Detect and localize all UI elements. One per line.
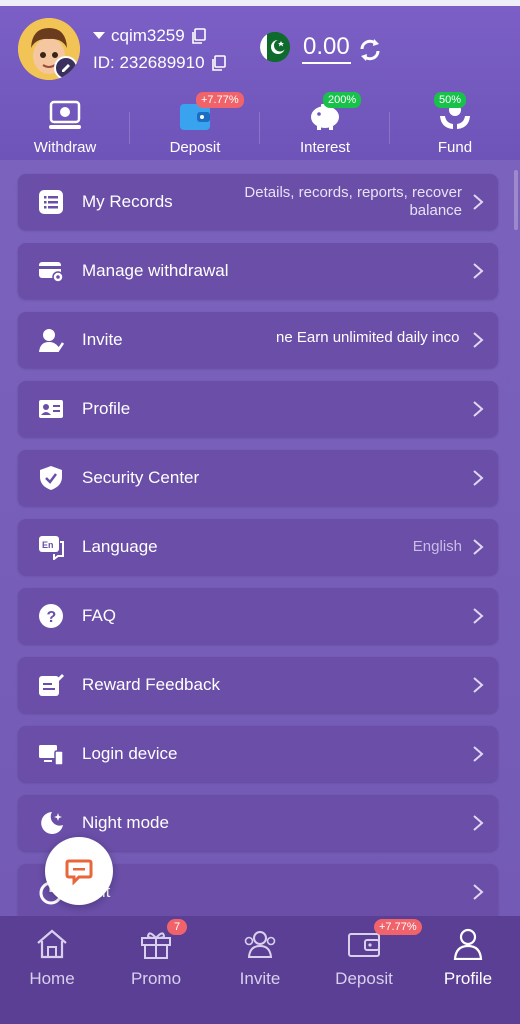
card-settings-icon <box>39 262 64 283</box>
menu-item-reward-feedback[interactable]: Reward Feedback <box>18 657 498 713</box>
menu-item-label: Manage withdrawal <box>82 261 229 280</box>
tab-label: Invite <box>239 969 281 988</box>
chevron-right-icon <box>473 263 484 279</box>
quick-interest[interactable]: 200% Interest <box>260 92 390 160</box>
menu-item-label: Night mode <box>82 813 169 832</box>
menu-item-login-device[interactable]: Login device <box>18 726 498 782</box>
username: cqim3259 <box>111 26 185 45</box>
chevron-right-icon <box>473 401 484 417</box>
user-id: ID: 232689910 <box>93 53 205 72</box>
home-icon <box>37 929 67 959</box>
svg-text:En: En <box>42 540 54 550</box>
profile-header: cqim3259 ID: 232689910 0.00 Withdraw +7.… <box>0 6 520 160</box>
menu-item-label: Security Center <box>82 468 200 487</box>
person-icon <box>453 928 483 960</box>
dropdown-icon[interactable] <box>93 32 105 40</box>
chevron-right-icon <box>473 539 484 555</box>
user-id-row: ID: 232689910 <box>93 53 227 73</box>
quick-fund[interactable]: 50% Fund <box>390 92 520 160</box>
id-card-icon <box>39 400 63 418</box>
chevron-right-icon <box>473 332 484 348</box>
interest-label: Interest <box>299 139 351 156</box>
language-icon: En <box>39 536 64 560</box>
username-row: cqim3259 <box>93 26 207 46</box>
invite-user-icon <box>39 329 64 352</box>
menu-item-security-center[interactable]: Security Center <box>18 450 498 506</box>
language-current-value: English <box>412 538 462 555</box>
chevron-right-icon <box>473 815 484 831</box>
edit-avatar-icon[interactable] <box>54 56 78 80</box>
shield-check-icon <box>40 466 62 490</box>
moon-icon <box>41 812 63 834</box>
gift-icon <box>141 932 171 959</box>
menu-item-label: Language <box>82 537 158 556</box>
invite-marquee-text: ne Earn unlimited daily inco <box>276 329 460 346</box>
promo-count-badge: 7 <box>167 919 187 935</box>
menu-item-my-records[interactable]: My Records Details, records, reports, re… <box>18 174 498 230</box>
interest-badge: 200% <box>323 92 362 108</box>
copy-id-icon[interactable] <box>211 55 227 71</box>
svg-text:?: ? <box>47 609 57 626</box>
edit-note-icon <box>39 674 64 696</box>
chevron-right-icon <box>473 608 484 624</box>
balance-value: 0.00 <box>302 32 351 64</box>
question-circle-icon: ? <box>39 604 63 628</box>
menu-item-label: Reward Feedback <box>82 675 220 694</box>
menu-item-label: Login device <box>82 744 178 763</box>
quick-deposit[interactable]: +7.77% Deposit <box>130 92 260 160</box>
chevron-right-icon <box>473 677 484 693</box>
records-description-line2: balance <box>409 202 462 219</box>
records-list-icon <box>39 190 63 214</box>
deposit-bonus-badge: +7.77% <box>374 919 422 935</box>
menu-item-profile[interactable]: Profile <box>18 381 498 437</box>
chevron-right-icon <box>473 884 484 900</box>
tab-profile[interactable]: Profile <box>416 916 520 1024</box>
fund-label: Fund <box>437 139 473 156</box>
menu-item-manage-withdrawal[interactable]: Manage withdrawal <box>18 243 498 299</box>
menu-item-label: Profile <box>82 399 131 418</box>
records-description: Details, records, reports, recover balan… <box>244 184 462 220</box>
copy-username-icon[interactable] <box>191 28 207 44</box>
records-description-line1: Details, records, reports, recover <box>244 184 462 201</box>
menu-item-invite[interactable]: Invite ne Earn unlimited daily inco <box>18 312 498 368</box>
menu-item-label: FAQ <box>82 606 117 625</box>
people-icon <box>244 931 276 958</box>
deposit-bonus-badge: +7.77% <box>196 92 244 108</box>
menu-list: My Records Details, records, reports, re… <box>0 160 520 916</box>
chevron-right-icon <box>473 470 484 486</box>
tab-label: Profile <box>443 969 493 988</box>
tab-label: Deposit <box>335 969 393 988</box>
menu-item-label: Invite <box>82 330 123 349</box>
menu-item-faq[interactable]: ? FAQ <box>18 588 498 644</box>
tab-invite[interactable]: Invite <box>208 916 312 1024</box>
tab-label: Promo <box>130 969 182 988</box>
tab-deposit[interactable]: +7.77% Deposit <box>312 916 422 1024</box>
menu-item-label: My Records <box>82 192 173 211</box>
scrollbar[interactable] <box>514 170 518 230</box>
devices-icon <box>39 745 64 766</box>
chevron-right-icon <box>473 194 484 210</box>
refresh-icon[interactable] <box>357 37 383 63</box>
tab-promo[interactable]: 7 Promo <box>104 916 208 1024</box>
fund-badge: 50% <box>434 92 467 108</box>
tab-label: Home <box>29 969 75 988</box>
chevron-right-icon <box>473 746 484 762</box>
quick-withdraw[interactable]: Withdraw <box>0 96 130 160</box>
bottom-tab-bar: Home 7 Promo Invite +7.77% Deposit Profi… <box>0 916 520 1024</box>
withdraw-icon <box>49 100 81 129</box>
chat-bubble-icon <box>65 859 93 885</box>
avatar[interactable] <box>18 18 80 80</box>
deposit-label: Deposit <box>169 139 221 156</box>
menu-item-language[interactable]: En Language English <box>18 519 498 575</box>
chat-support-button[interactable] <box>45 837 113 905</box>
withdraw-label: Withdraw <box>33 139 97 156</box>
tab-home[interactable]: Home <box>0 916 104 1024</box>
pakistan-flag-icon[interactable] <box>260 32 290 62</box>
